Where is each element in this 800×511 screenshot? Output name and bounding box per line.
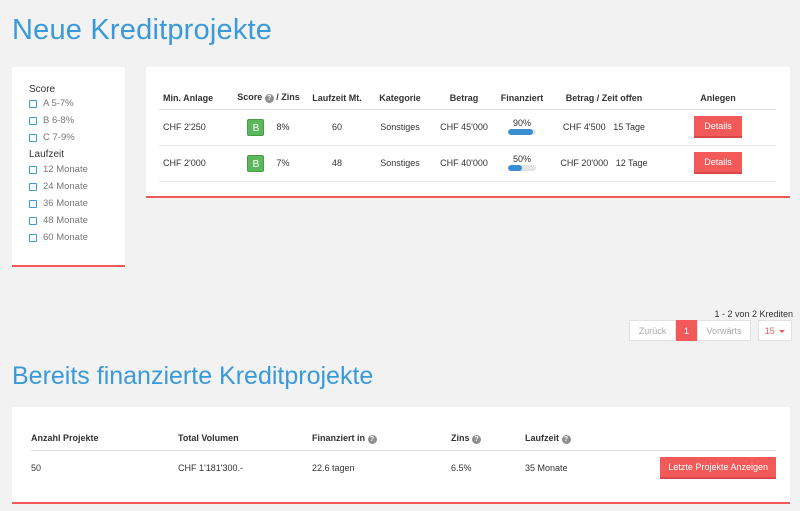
progress-fill	[508, 164, 522, 171]
col-category: Kategorie	[368, 87, 432, 110]
cell-funded: 50%	[496, 145, 548, 182]
col-term: Laufzeit Mt.	[306, 87, 368, 110]
col-funded: Finanziert	[496, 87, 548, 110]
col-term: Laufzeit ?	[525, 427, 635, 451]
cell-amount: CHF 40'000	[432, 145, 496, 182]
show-recent-projects-button[interactable]: Letzte Projekte Anzeigen	[660, 457, 776, 480]
col-financed-in: Finanziert in ?	[312, 427, 451, 451]
table-row: CHF 2'250 B 8% 60 Sonstiges CHF 45'000 90…	[159, 109, 776, 146]
col-project-count: Anzahl Projekte	[31, 427, 178, 451]
cell-min-invest: CHF 2'000	[159, 145, 231, 182]
page-title-new-credits: Neue Kreditprojekte	[12, 14, 273, 46]
filter-term-48[interactable]: 48 Monate	[29, 215, 88, 226]
cell-min-invest: CHF 2'250	[159, 109, 231, 146]
cell-project-count: 50	[31, 463, 42, 474]
cell-open: CHF 4'500 15 Tage	[548, 109, 660, 146]
filter-score-c[interactable]: C 7-9%	[29, 132, 75, 143]
cell-financed-in: 22.6 tagen	[312, 463, 355, 474]
cell-term: 48	[306, 145, 368, 182]
pagination-current-page[interactable]: 1	[676, 320, 697, 341]
filter-score-a[interactable]: A 5-7%	[29, 98, 74, 109]
checkbox-icon[interactable]	[29, 116, 37, 125]
cell-invest: Details	[660, 145, 776, 182]
help-icon[interactable]: ?	[367, 434, 377, 444]
cell-total-volume: CHF 1'181'300.-	[178, 463, 243, 474]
help-icon[interactable]: ?	[264, 94, 274, 104]
cell-term: 60	[306, 109, 368, 146]
score-badge: B	[247, 118, 265, 136]
filter-title-score: Score	[29, 84, 56, 95]
help-icon[interactable]: ?	[472, 434, 482, 444]
details-button[interactable]: Details	[694, 152, 742, 174]
table-header-row: Anzahl Projekte Total Volumen Finanziert…	[31, 427, 776, 451]
col-min-invest: Min. Anlage	[159, 87, 231, 110]
cell-rate: 6.5%	[451, 463, 472, 474]
cell-score-rate: B 7%	[231, 145, 306, 182]
col-score-rate: Score ? / Zins	[231, 87, 306, 110]
col-open: Betrag / Zeit offen	[548, 87, 660, 110]
cell-score-rate: B 8%	[231, 109, 306, 146]
filter-term-36[interactable]: 36 Monate	[29, 198, 88, 209]
section-title-financed: Bereits finanzierte Kreditprojekte	[12, 362, 374, 390]
funded-progress: 50%	[508, 154, 536, 171]
table-header-row: Min. Anlage Score ? / Zins Laufzeit Mt. …	[159, 87, 776, 110]
cell-invest: Details	[660, 109, 776, 146]
pagination: Zurück 1 Vorwärts	[629, 320, 751, 341]
checkbox-icon[interactable]	[29, 182, 37, 191]
score-badge: B	[247, 154, 265, 172]
col-amount: Betrag	[432, 87, 496, 110]
funded-progress: 90%	[508, 118, 536, 135]
cell-funded: 90%	[496, 109, 548, 146]
pagination-prev-button[interactable]: Zurück	[629, 320, 676, 341]
checkbox-icon[interactable]	[29, 133, 37, 142]
help-icon[interactable]: ?	[561, 434, 571, 444]
checkbox-icon[interactable]	[29, 216, 37, 225]
filter-term-24[interactable]: 24 Monate	[29, 181, 88, 192]
filter-panel: Score A 5-7% B 6-8% C 7-9% Laufzeit 12 M…	[12, 67, 125, 267]
filter-score-b[interactable]: B 6-8%	[29, 115, 74, 126]
per-page-dropdown[interactable]: 15	[758, 320, 792, 341]
checkbox-icon[interactable]	[29, 199, 37, 208]
credits-card: Min. Anlage Score ? / Zins Laufzeit Mt. …	[146, 67, 790, 198]
checkbox-icon[interactable]	[29, 165, 37, 174]
checkbox-icon[interactable]	[29, 99, 37, 108]
checkbox-icon[interactable]	[29, 233, 37, 242]
cell-open: CHF 20'000 12 Tage	[548, 145, 660, 182]
financed-table: Anzahl Projekte Total Volumen Finanziert…	[31, 427, 776, 486]
pagination-next-button[interactable]: Vorwärts	[697, 320, 751, 341]
progress-fill	[508, 128, 534, 135]
filter-title-term: Laufzeit	[29, 149, 65, 160]
filter-term-60[interactable]: 60 Monate	[29, 232, 88, 243]
cell-term: 35 Monate	[525, 463, 568, 474]
caret-down-icon	[779, 330, 786, 334]
cell-category: Sonstiges	[368, 109, 432, 146]
cell-category: Sonstiges	[368, 145, 432, 182]
financed-card: Anzahl Projekte Total Volumen Finanziert…	[12, 407, 790, 504]
result-count: 1 - 2 von 2 Krediten	[714, 309, 793, 319]
filter-term-12[interactable]: 12 Monate	[29, 164, 88, 175]
table-row: 50 CHF 1'181'300.- 22.6 tagen 6.5% 35 Mo…	[31, 450, 776, 486]
cell-amount: CHF 45'000	[432, 109, 496, 146]
table-row: CHF 2'000 B 7% 48 Sonstiges CHF 40'000 50…	[159, 145, 776, 182]
details-button[interactable]: Details	[694, 116, 742, 138]
col-invest: Anlegen	[660, 87, 776, 110]
col-rate: Zins ?	[451, 427, 525, 451]
col-total-volume: Total Volumen	[178, 427, 312, 451]
credits-table: Min. Anlage Score ? / Zins Laufzeit Mt. …	[159, 87, 776, 182]
